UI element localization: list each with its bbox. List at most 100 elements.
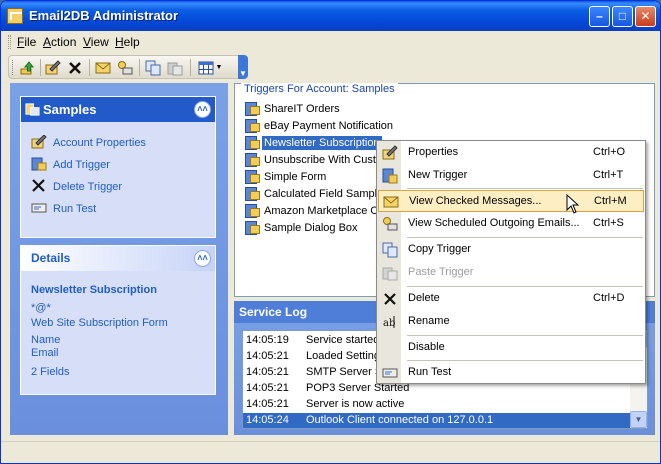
task-run-test[interactable]: Run Test [31, 201, 96, 215]
envelope-icon [95, 62, 111, 73]
delete-icon [32, 179, 45, 192]
ctx-copy-trigger[interactable]: Copy Trigger [378, 239, 644, 261]
trigger-icon [245, 135, 260, 150]
key-icon [383, 217, 398, 231]
mouse-cursor-icon [566, 194, 580, 214]
trigger-icon [245, 186, 260, 201]
tree-item[interactable]: Calculated Field Sample [245, 186, 385, 203]
trigger-icon [245, 101, 260, 116]
task-pane: Samples ˄˄ Account Properties Add Trigge… [10, 83, 228, 435]
delete-icon [384, 293, 396, 305]
ctx-run-test[interactable]: Run Test [378, 362, 644, 384]
detail-trigger-name: Newsletter Subscription [31, 284, 157, 296]
status-bar [1, 441, 660, 463]
menubar-grip [8, 35, 11, 49]
ctx-rename[interactable]: ab Rename [378, 311, 644, 333]
ctx-view-scheduled-emails[interactable]: View Scheduled Outgoing Emails... Ctrl+S [378, 213, 644, 235]
menu-file[interactable]: File [17, 35, 36, 49]
paste-icon [167, 62, 183, 75]
details-panel: Details ˄˄ Newsletter Subscription *@* W… [20, 245, 216, 395]
maximize-icon: □ [618, 9, 627, 23]
tree-item[interactable]: Sample Dialog Box [245, 220, 360, 237]
context-menu: Properties Ctrl+O New Trigger Ctrl+T View … [376, 140, 646, 384]
details-panel-title: Details [31, 251, 71, 265]
envelope-icon [383, 196, 399, 208]
task-delete-trigger[interactable]: Delete Trigger [31, 179, 122, 193]
view-dropdown-button[interactable]: ▼ [196, 58, 224, 77]
minimize-icon: – [596, 9, 603, 23]
run-test-icon [382, 368, 398, 378]
toolbar-overflow-button[interactable]: ▼ [238, 55, 248, 79]
menu-bar: File Action View Help [4, 32, 659, 52]
run-test-icon [31, 203, 47, 213]
trigger-icon [245, 152, 260, 167]
log-row-selected[interactable]: 14:05:24 Outlook Client connected on 127.… [243, 413, 631, 428]
properties-button[interactable] [43, 58, 63, 77]
close-icon: ✕ [640, 9, 651, 23]
copy-button[interactable] [143, 58, 163, 77]
properties-icon [45, 59, 61, 74]
detail-field-count: 2 Fields [31, 366, 70, 378]
menu-action[interactable]: Action [43, 35, 76, 49]
trigger-icon [245, 118, 260, 133]
ctx-view-checked-messages[interactable]: View Checked Messages... Ctrl+M [378, 190, 644, 212]
samples-panel-title: Samples [43, 102, 97, 117]
menu-help[interactable]: Help [115, 35, 140, 49]
minimize-button[interactable]: – [589, 6, 610, 27]
chevron-up-icon: ˄˄ [197, 104, 208, 114]
tree-item[interactable]: Simple Form [245, 169, 328, 186]
close-button[interactable]: ✕ [635, 6, 656, 27]
properties-icon [31, 135, 47, 149]
task-add-trigger[interactable]: Add Trigger [31, 157, 110, 171]
delete-button[interactable] [65, 58, 85, 77]
paste-button[interactable] [165, 58, 185, 77]
log-row[interactable]: 14:05:21 Server is now active [243, 397, 631, 413]
detail-source: Web Site Subscription Form [31, 317, 168, 329]
maximize-button[interactable]: □ [612, 6, 633, 27]
rename-icon: ab [383, 316, 395, 329]
ctx-disable[interactable]: Disable [378, 337, 644, 359]
chevron-down-icon: ▼ [634, 415, 643, 424]
details-panel-header[interactable]: Details ˄˄ [21, 246, 215, 271]
tree-item-selected[interactable]: Newsletter Subscription [245, 135, 382, 152]
task-account-properties[interactable]: Account Properties [31, 135, 146, 149]
trigger-icon [245, 169, 260, 184]
copy-icon [145, 60, 161, 75]
toolbar-grip[interactable] [12, 60, 15, 75]
key-icon [118, 60, 133, 74]
ctx-paste-trigger: Paste Trigger [378, 262, 644, 284]
details-collapse-button[interactable]: ˄˄ [194, 250, 211, 267]
tree-item[interactable]: eBay Payment Notification [245, 118, 395, 135]
ctx-delete[interactable]: Delete Ctrl+D [378, 288, 644, 310]
chevron-up-icon: ˄˄ [197, 253, 208, 263]
up-level-button[interactable] [17, 58, 37, 77]
window-title: Email2DB Administrator [29, 8, 179, 23]
delete-icon [69, 61, 81, 74]
tree-item[interactable]: Amazon Marketplace Or [245, 203, 385, 220]
trigger-icon [245, 203, 260, 218]
scroll-down-button[interactable]: ▼ [630, 411, 647, 428]
detail-pattern: *@* [31, 302, 51, 314]
title-bar[interactable]: Email2DB Administrator – □ ✕ [1, 1, 660, 31]
app-icon [7, 8, 23, 24]
account-icon [25, 103, 40, 116]
up-arrow-icon [20, 60, 35, 74]
trigger-tree-title: Triggers For Account: Samples [241, 83, 398, 95]
scheduled-button[interactable] [115, 58, 135, 77]
tree-item[interactable]: Unsubscribe With Custo [245, 152, 384, 169]
samples-collapse-button[interactable]: ˄˄ [194, 101, 211, 118]
messages-button[interactable] [93, 58, 113, 77]
tree-item[interactable]: ShareIT Orders [245, 101, 342, 118]
ctx-properties[interactable]: Properties Ctrl+O [378, 142, 644, 164]
grid-view-icon [198, 61, 214, 74]
trigger-icon [245, 220, 260, 235]
toolbar: ▼ ▼ [8, 55, 248, 79]
samples-panel: Samples ˄˄ Account Properties Add Trigge… [20, 96, 216, 238]
detail-field: Name [31, 334, 61, 346]
detail-field: Email [31, 347, 59, 359]
menu-view[interactable]: View [83, 35, 109, 49]
add-trigger-icon [31, 157, 47, 171]
ctx-new-trigger[interactable]: New Trigger Ctrl+T [378, 165, 644, 187]
samples-panel-header[interactable]: Samples ˄˄ [21, 97, 215, 122]
paste-icon [382, 267, 398, 281]
